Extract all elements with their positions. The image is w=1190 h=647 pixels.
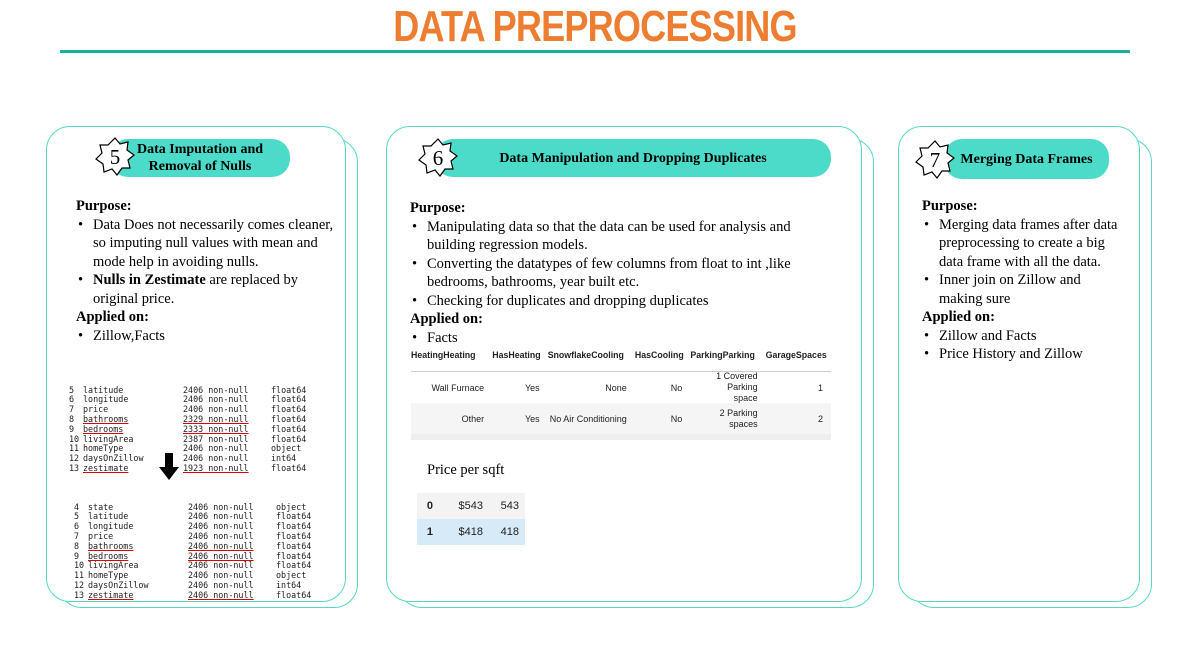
purpose-label: Purpose: <box>922 198 978 214</box>
table-cell: 0 <box>426 500 433 512</box>
card-merging: Merging Data Frames 7 Purpose: Merging d… <box>898 126 1140 602</box>
applied-label: Applied on: <box>922 309 995 325</box>
star-badge-icon: 6 <box>418 138 458 178</box>
table-cell: None <box>605 382 627 393</box>
info-count: 2406 non-null <box>188 589 254 600</box>
card-manipulation: Data Manipulation and Dropping Duplicate… <box>386 126 862 602</box>
facts-table: HeatingHeating HasHeating SnowflakeCooling… <box>411 347 831 440</box>
table-header-cell: SnowflakeCooling <box>547 350 624 360</box>
table-header-cell: HasHeating <box>492 350 541 360</box>
card-6-heading: Data Manipulation and Dropping Duplicate… <box>435 139 831 177</box>
purpose-label: Purpose: <box>76 198 132 214</box>
price-table: 0 $543 543 1 $418 418 <box>417 493 525 545</box>
card-imputation: Data Imputation and Removal of Nulls 5 P… <box>46 126 346 602</box>
table-cell: Wall Furnace <box>431 382 485 393</box>
info-row: 13 zestimate 2406 non-null float64 <box>74 589 312 601</box>
title-divider <box>60 50 1130 53</box>
bullet-bold: Nulls in Zestimate <box>93 272 206 288</box>
bullet: Zillow and Facts <box>922 327 1122 346</box>
info-dtype: float64 <box>271 462 307 473</box>
table-cell: 1 <box>426 526 433 538</box>
card-7-number: 7 <box>929 147 941 172</box>
star-badge-icon: 7 <box>915 140 955 180</box>
card-7-heading: Merging Data Frames <box>944 139 1109 179</box>
table-header-cell: HeatingHeating <box>411 350 476 360</box>
table-row: Other Yes No Air Conditioning No 2 Parking s… <box>411 403 831 434</box>
info-output-after: 4 state 2406 non-null object 5 latitude 2406 n… <box>74 483 312 601</box>
table-cell: Yes <box>524 413 540 424</box>
applied-label: Applied on: <box>76 309 149 325</box>
bullet: Nulls in Zestimate are replaced by origi… <box>76 271 338 308</box>
bullet: Facts <box>410 329 840 348</box>
star-badge-icon: 5 <box>95 137 135 177</box>
table-header-cell: GarageSpaces <box>765 350 827 360</box>
table-cell: $418 <box>458 526 483 538</box>
bullet: Data Does not necessarily comes cleaner,… <box>76 216 338 272</box>
bullet: Manipulating data so that the data can b… <box>410 218 840 255</box>
table-cell: Other <box>461 413 485 424</box>
info-index: 13 <box>74 589 85 600</box>
price-per-sqft-label: Price per sqft <box>427 462 505 478</box>
table-cell: 418 <box>500 526 519 538</box>
bullet: Checking for duplicates and dropping dup… <box>410 292 840 311</box>
table-cell: 2 Parking spaces <box>719 407 758 429</box>
bullet: Inner join on Zillow and making sure <box>922 271 1122 308</box>
card-6-number: 6 <box>432 145 444 170</box>
applied-label: Applied on: <box>410 311 483 327</box>
table-header: HeatingHeating HasHeating SnowflakeCooling… <box>411 347 831 363</box>
info-row: 13 zestimate 1923 non-null float64 <box>69 462 307 474</box>
bullet: Zillow,Facts <box>76 327 338 346</box>
card-5-number: 5 <box>109 144 121 169</box>
bullet: Price History and Zillow <box>922 345 1122 364</box>
info-dtype: float64 <box>276 589 312 600</box>
page-title: DATA PREPROCESSING <box>393 2 797 51</box>
info-column-name: zestimate <box>88 589 134 600</box>
table-cell: 543 <box>500 500 519 512</box>
info-output-before: 5 latitude 2406 non-null float64 6 longitude 2… <box>69 366 306 493</box>
table-header-cell: ParkingParking <box>690 350 755 360</box>
bullet: Converting the datatypes of few columns … <box>410 255 840 292</box>
info-count: 1923 non-null <box>183 462 249 473</box>
table-row: 0 $543 543 <box>417 493 525 519</box>
card-5-heading: Data Imputation and Removal of Nulls <box>110 139 290 177</box>
table-cell: 2 <box>817 413 823 424</box>
table-cell: 1 <box>817 382 823 393</box>
table-cell: No Air Conditioning <box>549 413 627 424</box>
purpose-label: Purpose: <box>410 200 466 216</box>
table-header-cell: HasCooling <box>634 350 684 360</box>
table-cell: No <box>670 382 683 393</box>
bullet: Merging data frames after data preproces… <box>922 216 1122 272</box>
table-row: 1 $418 418 <box>417 519 525 545</box>
table-cell: 1 Covered Parking space <box>716 371 758 403</box>
table-cell: No <box>670 413 683 424</box>
info-index: 13 <box>69 462 80 473</box>
scrollbar[interactable] <box>411 434 831 440</box>
table-cell: Yes <box>524 382 540 393</box>
arrow-down-icon <box>159 453 179 481</box>
table-cell: $543 <box>458 500 483 512</box>
table-row: Wall Furnace Yes None No 1 Covered Parking s… <box>411 371 831 403</box>
